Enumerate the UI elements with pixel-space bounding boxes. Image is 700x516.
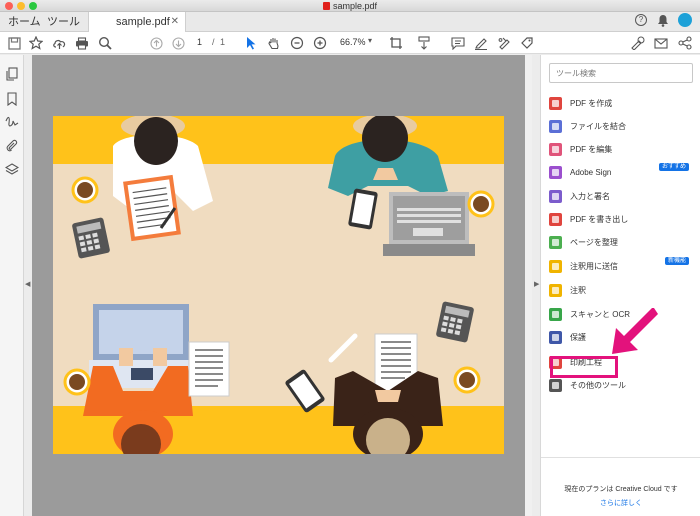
tool-adobe-sign[interactable]: Adobe Sign おすすめ	[549, 163, 699, 181]
plan-text: 現在のプランは Creative Cloud です	[564, 486, 678, 493]
attachments-icon[interactable]	[5, 139, 19, 153]
zoom-in-icon[interactable]	[312, 35, 328, 51]
combine-files-icon	[549, 119, 562, 133]
export-pdf-icon	[549, 212, 562, 226]
annotation-arrow-icon	[612, 308, 658, 354]
tool-comment[interactable]: 注釈	[549, 281, 699, 299]
sign-pen-icon[interactable]	[496, 35, 512, 51]
tool-label: 注釈	[570, 285, 586, 295]
tool-organize-pages[interactable]: ページを整理	[549, 233, 699, 251]
tool-edit-pdf[interactable]: PDF を編集	[549, 140, 699, 158]
tab-home[interactable]: ホーム	[8, 12, 41, 32]
pdf-page	[53, 116, 504, 454]
tool-label: Adobe Sign	[570, 167, 612, 177]
tool-label: 入力と署名	[570, 191, 610, 201]
comment-tool-icon	[549, 283, 562, 297]
zoom-search-icon[interactable]	[97, 35, 113, 51]
bookmark-star-icon[interactable]	[28, 35, 44, 51]
tab-document[interactable]: sample.pdf ✕	[88, 12, 186, 33]
save-icon[interactable]	[6, 35, 22, 51]
tool-create-pdf[interactable]: PDF を作成	[549, 94, 699, 112]
pdf-file-icon	[322, 2, 330, 10]
collapse-left-panel-icon[interactable]: ◀	[25, 280, 30, 288]
zoom-level[interactable]: 66.7%	[340, 37, 366, 47]
layers-icon[interactable]	[5, 163, 19, 177]
meeting-illustration	[53, 116, 504, 454]
more-tools-icon	[549, 378, 562, 392]
edit-pdf-icon	[549, 142, 562, 156]
scroll-mode-icon[interactable]	[416, 35, 432, 51]
plan-footer: 現在のプランは Creative Cloud です さらに詳しく	[541, 457, 700, 516]
hand-icon[interactable]	[266, 35, 282, 51]
window-title: sample.pdf	[0, 0, 700, 12]
protect-icon	[549, 330, 562, 344]
bookmarks-icon[interactable]	[5, 92, 19, 106]
tool-badge: 新機能	[664, 257, 689, 265]
tool-label: ファイルを結合	[570, 121, 626, 131]
main-toolbar: 1 / 1 66.7% ▾	[0, 32, 700, 54]
tool-combine-files[interactable]: ファイルを結合	[549, 117, 699, 135]
learn-more-link[interactable]: さらに詳しく	[541, 498, 700, 508]
tool-send-for-comments[interactable]: 注釈用に送信 新機能	[549, 257, 699, 275]
tool-badge: おすすめ	[658, 163, 689, 171]
mail-icon[interactable]	[653, 35, 669, 51]
tool-more-tools[interactable]: その他のツール	[549, 376, 699, 394]
next-page-icon[interactable]	[170, 35, 186, 51]
crop-icon[interactable]	[388, 35, 404, 51]
print-icon[interactable]	[74, 35, 90, 51]
zoom-dropdown-icon[interactable]: ▾	[368, 36, 372, 45]
create-pdf-icon	[549, 96, 562, 110]
tool-label: ページを整理	[570, 237, 618, 247]
comment-icon[interactable]	[450, 35, 466, 51]
fill-sign-icon[interactable]	[519, 35, 535, 51]
print-production-highlight-box	[550, 356, 618, 378]
notification-bell-icon[interactable]	[657, 14, 669, 30]
tab-tools[interactable]: ツール	[47, 12, 80, 32]
zoom-out-icon[interactable]	[289, 35, 305, 51]
upload-cloud-icon[interactable]	[51, 35, 67, 51]
page-thumbnails-icon[interactable]	[5, 67, 19, 81]
tool-label: 注釈用に送信	[570, 261, 618, 271]
tools-pane: PDF を作成ファイルを結合 PDF を編集 Adobe Sign おすすめ入力と署名…	[540, 55, 700, 516]
tab-bar: ホーム ツール sample.pdf ✕	[0, 12, 700, 33]
collapse-right-panel-icon[interactable]: ▶	[534, 280, 539, 288]
prev-page-icon[interactable]	[148, 35, 164, 51]
tool-label: PDF を書き出し	[570, 214, 629, 224]
document-tab-label: sample.pdf	[116, 16, 170, 28]
close-tab-icon[interactable]: ✕	[171, 12, 179, 32]
vertical-scrollbar[interactable]	[525, 55, 532, 516]
tool-search-input[interactable]	[549, 63, 693, 83]
fill-sign-tool-icon	[549, 189, 562, 203]
user-avatar[interactable]	[678, 13, 692, 27]
tool-label: 保護	[570, 332, 586, 342]
organize-pages-icon	[549, 235, 562, 249]
highlight-pen-icon[interactable]	[473, 35, 489, 51]
tool-label: PDF を編集	[570, 144, 613, 154]
select-arrow-icon[interactable]	[243, 35, 259, 51]
send-for-comments-icon	[549, 259, 562, 273]
adobe-sign-icon	[549, 165, 562, 179]
left-navigation-rail	[0, 55, 24, 516]
share-icon[interactable]	[677, 35, 693, 51]
help-icon[interactable]: ?	[635, 14, 647, 26]
page-total: 1	[220, 37, 226, 47]
page-number-input[interactable]: 1	[197, 37, 202, 47]
scan-ocr-icon	[549, 307, 562, 321]
signatures-icon[interactable]	[5, 115, 19, 129]
tool-label: PDF を作成	[570, 98, 613, 108]
tool-fill-sign[interactable]: 入力と署名	[549, 187, 699, 205]
page-separator: /	[212, 37, 215, 47]
tool-label: その他のツール	[570, 380, 626, 390]
protect-pen-icon[interactable]	[629, 35, 645, 51]
tool-export-pdf[interactable]: PDF を書き出し	[549, 210, 699, 228]
window-titlebar: sample.pdf	[0, 0, 700, 12]
